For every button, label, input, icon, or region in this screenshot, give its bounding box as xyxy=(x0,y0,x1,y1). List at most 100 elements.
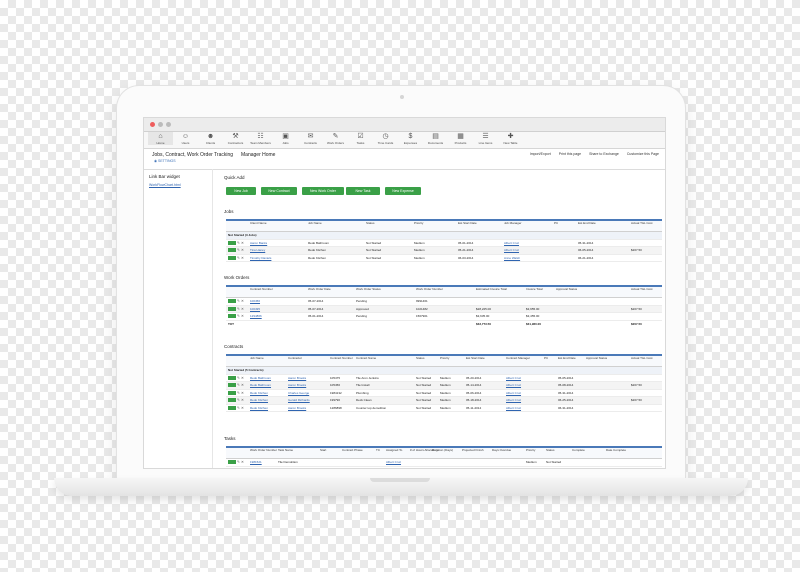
column-header[interactable]: Est Start Date xyxy=(458,221,477,226)
column-header[interactable]: PC xyxy=(544,356,548,361)
column-header[interactable]: Est End Date xyxy=(578,221,596,226)
delete-icon[interactable]: ✕ xyxy=(241,299,244,303)
edit-button[interactable] xyxy=(228,299,236,303)
edit-button[interactable] xyxy=(228,405,236,410)
table-cell[interactable]: 100495 xyxy=(250,307,260,311)
table-cell[interactable]: 100456 xyxy=(250,299,260,303)
group-row[interactable]: Not Started (5 Contracts) xyxy=(226,367,662,375)
table-cell[interactable]: Albert Cruz xyxy=(506,376,521,380)
table-cell[interactable]: Tina Haney xyxy=(250,248,265,252)
pencil-icon[interactable]: ✎ xyxy=(237,383,240,387)
column-header[interactable]: Est End Date xyxy=(558,356,576,361)
column-header[interactable]: Assigned To xyxy=(386,448,402,453)
customize-link[interactable]: Customize this Page xyxy=(627,152,659,156)
column-header[interactable]: Actual T&L Cost xyxy=(631,287,653,292)
column-header[interactable]: Start xyxy=(320,448,326,453)
toolbar-item-expenses[interactable]: $ Expenses xyxy=(398,132,423,145)
toolbar-item-line-items[interactable]: ☰ Line Items xyxy=(473,132,498,145)
column-header[interactable]: PC xyxy=(554,221,558,226)
toolbar-item-time-cards[interactable]: ◷ Time Cards xyxy=(373,132,398,145)
column-header[interactable]: Work Order Status xyxy=(356,287,381,292)
print-link[interactable]: Print this page xyxy=(559,152,581,156)
column-header[interactable]: Actual T&L Cost xyxy=(631,356,653,361)
edit-button[interactable] xyxy=(228,460,236,464)
share-link[interactable]: Share to Exchange xyxy=(589,152,619,156)
group-row[interactable]: Not Started (3 Jobs) xyxy=(226,232,662,240)
table-cell[interactable]: Redo Kitchen xyxy=(250,398,268,402)
column-header[interactable]: Projected Finish xyxy=(462,448,484,453)
edit-button[interactable] xyxy=(228,248,236,252)
column-header[interactable]: Actual T&L Cost xyxy=(631,221,653,226)
edit-button[interactable] xyxy=(228,240,236,245)
toolbar-item-clients[interactable]: ☻ Clients xyxy=(198,132,223,145)
pencil-icon[interactable]: ✎ xyxy=(237,256,240,260)
table-cell[interactable]: Redo Bathroom xyxy=(250,383,271,387)
tab-manager-home[interactable]: Manager Home xyxy=(241,152,275,158)
delete-icon[interactable]: ✕ xyxy=(241,376,244,380)
table-cell[interactable]: Albert Cruz xyxy=(504,248,519,252)
column-header[interactable]: Status xyxy=(416,356,425,361)
delete-icon[interactable]: ✕ xyxy=(241,406,244,410)
column-header[interactable]: Contract Number xyxy=(330,356,353,361)
column-header[interactable]: Work Order Date xyxy=(308,287,331,292)
delete-icon[interactable]: ✕ xyxy=(241,391,244,395)
column-header[interactable]: Work Order Number xyxy=(250,448,277,453)
pencil-icon[interactable]: ✎ xyxy=(237,398,240,402)
pencil-icon[interactable]: ✎ xyxy=(237,299,240,303)
delete-icon[interactable]: ✕ xyxy=(241,307,244,311)
edit-button[interactable] xyxy=(228,383,236,387)
column-header[interactable]: Contractor xyxy=(288,356,302,361)
table-cell[interactable]: Aaron Brooks xyxy=(288,406,306,410)
table-cell[interactable]: Aaron Banks xyxy=(250,241,267,245)
toolbar-item-documents[interactable]: ▤ Documents xyxy=(423,132,448,145)
table-cell[interactable]: Albert Cruz xyxy=(386,460,401,464)
settings-link[interactable]: ◉ SETTINGS xyxy=(154,159,176,163)
column-header[interactable]: Days Overdue xyxy=(492,448,511,453)
pencil-icon[interactable]: ✎ xyxy=(237,314,240,318)
column-header[interactable]: Job Name xyxy=(250,356,264,361)
table-cell[interactable]: Redo Kitchen xyxy=(250,391,268,395)
table-cell[interactable]: Albert Cruz xyxy=(506,391,521,395)
column-header[interactable]: Contract Name xyxy=(356,356,376,361)
table-cell[interactable]: Albert Cruz xyxy=(506,383,521,387)
table-cell[interactable]: 1294866 xyxy=(250,314,262,318)
table-cell[interactable]: Albert Cruz xyxy=(506,398,521,402)
toolbar-item-new-table[interactable]: ✚ New Table xyxy=(498,132,523,145)
column-header[interactable]: Contract Number xyxy=(250,287,273,292)
delete-icon[interactable]: ✕ xyxy=(241,383,244,387)
column-header[interactable]: Est Start Date xyxy=(466,356,485,361)
delete-icon[interactable]: ✕ xyxy=(241,256,244,260)
pencil-icon[interactable]: ✎ xyxy=(237,248,240,252)
column-header[interactable]: Task Name xyxy=(278,448,293,453)
table-cell[interactable]: Albert Cruz xyxy=(504,241,519,245)
column-header[interactable]: Priority xyxy=(440,356,449,361)
toolbar-item-contractors[interactable]: ⚒ Contractors xyxy=(223,132,248,145)
column-header[interactable]: Status xyxy=(366,221,375,226)
new-contract-button[interactable]: New Contract xyxy=(261,187,297,195)
pencil-icon[interactable]: ✎ xyxy=(237,460,240,464)
pencil-icon[interactable]: ✎ xyxy=(237,307,240,311)
column-header[interactable]: Priority xyxy=(414,221,423,226)
pencil-icon[interactable]: ✎ xyxy=(237,391,240,395)
column-header[interactable]: Estimated Invoice Total xyxy=(476,287,507,292)
table-cell[interactable]: Albert Cruz xyxy=(506,406,521,410)
toolbar-item-team-members[interactable]: ☷ Team Members xyxy=(248,132,273,145)
column-header[interactable]: Status xyxy=(546,448,555,453)
delete-icon[interactable]: ✕ xyxy=(241,241,244,245)
table-cell[interactable]: Charles George xyxy=(288,391,309,395)
column-header[interactable]: Approval Status xyxy=(586,356,607,361)
sidebar-link-workflow[interactable]: WorkFlowChart.html xyxy=(149,183,181,187)
pencil-icon[interactable]: ✎ xyxy=(237,241,240,245)
edit-button[interactable] xyxy=(228,314,236,318)
column-header[interactable]: Priority xyxy=(526,448,535,453)
table-cell[interactable]: Gerald Richards xyxy=(288,398,310,402)
column-header[interactable]: Job Name xyxy=(308,221,322,226)
edit-button[interactable] xyxy=(228,398,236,402)
pencil-icon[interactable]: ✎ xyxy=(237,406,240,410)
toolbar-item-jobs[interactable]: ▣ Jobs xyxy=(273,132,298,145)
column-header[interactable]: Date Complete xyxy=(606,448,626,453)
table-cell[interactable]: Redo Bathroom xyxy=(250,376,271,380)
column-header[interactable]: Invoice Total xyxy=(526,287,543,292)
column-header[interactable]: Complete xyxy=(572,448,585,453)
edit-button[interactable] xyxy=(228,306,236,311)
